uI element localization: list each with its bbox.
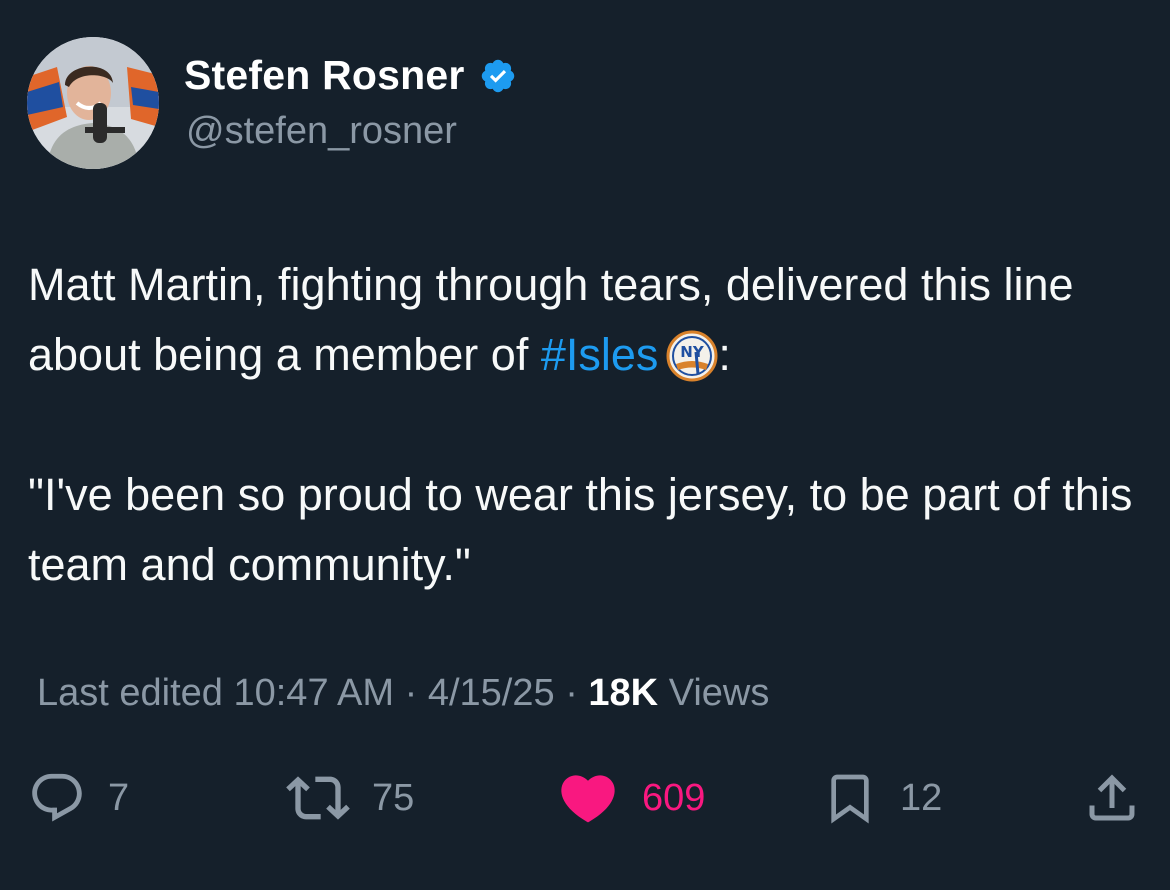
bookmark-count: 12 (900, 776, 943, 819)
bookmark-button[interactable]: 12 (822, 765, 942, 831)
author-row: Stefen Rosner (184, 52, 517, 99)
reply-count: 7 (108, 776, 130, 819)
views-count: 18K (588, 672, 659, 714)
author-handle[interactable]: @stefen_rosner (186, 110, 457, 153)
avatar[interactable] (27, 37, 159, 169)
repost-button[interactable]: 75 (286, 765, 414, 831)
tweet-paragraph-1: Matt Martin, fighting through tears, del… (28, 250, 1148, 390)
like-button[interactable]: 609 (556, 765, 705, 831)
share-button[interactable] (1082, 765, 1142, 831)
heart-icon (561, 775, 615, 823)
author-name[interactable]: Stefen Rosner (184, 52, 465, 99)
profile-photo (27, 37, 159, 169)
islanders-logo-icon: NY (666, 330, 718, 382)
share-icon (1089, 774, 1135, 821)
svg-text:NY: NY (681, 343, 706, 361)
edited-label[interactable]: Last edited (37, 672, 223, 714)
action-bar: 7 75 609 12 (0, 765, 1170, 835)
repost-icon (286, 776, 350, 820)
tweet-paragraph-2: "I've been so proud to wear this jersey,… (28, 469, 1133, 590)
bookmark-icon (831, 774, 869, 824)
meta-separator: · (404, 672, 418, 714)
like-count: 609 (642, 776, 706, 819)
reply-button[interactable]: 7 (28, 765, 129, 831)
reply-icon (32, 773, 82, 822)
verified-badge-icon (479, 57, 517, 95)
tweet-meta: Last edited 10:47 AM · 4/15/25 · 18K Vie… (37, 672, 769, 715)
views-label: Views (668, 672, 770, 714)
repost-count: 75 (372, 776, 415, 819)
hashtag-link[interactable]: #Isles (541, 329, 659, 380)
tweet-text-segment: : (718, 329, 731, 380)
tweet-time[interactable]: 10:47 AM (233, 672, 394, 714)
tweet-date[interactable]: 4/15/25 (428, 672, 555, 714)
tweet-text: Matt Martin, fighting through tears, del… (28, 250, 1148, 600)
meta-separator: · (565, 672, 578, 714)
